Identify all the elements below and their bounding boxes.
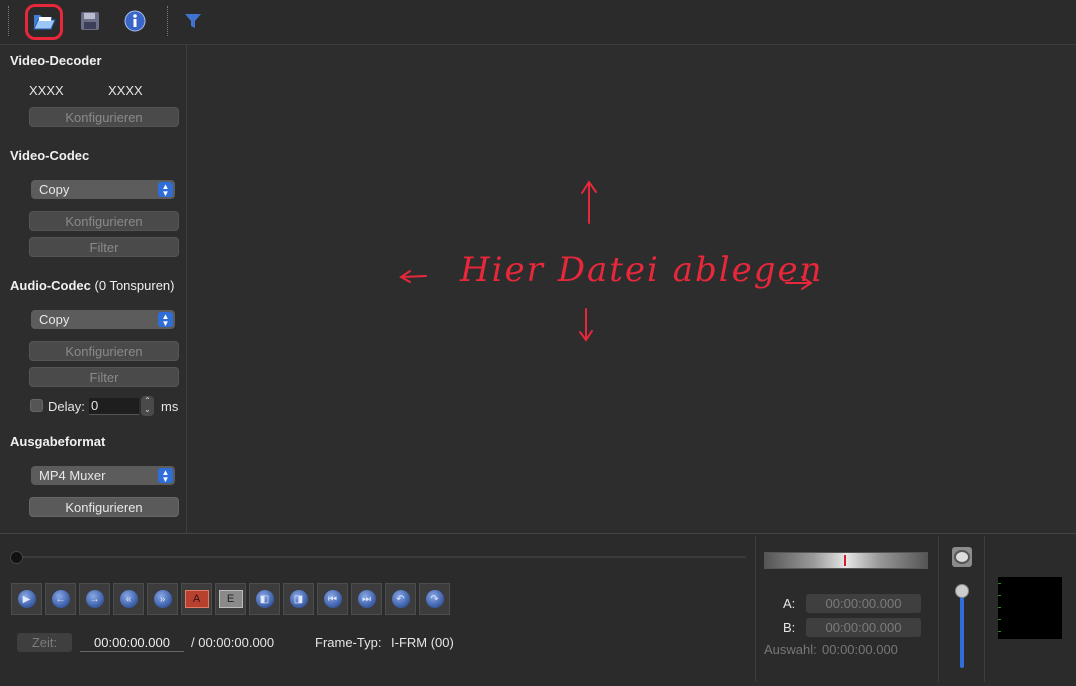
select-chevron-icon: ▲ ▼ [158, 182, 173, 197]
back-60-icon: ↶ [391, 590, 410, 608]
output-format-select-value: MP4 Muxer [39, 468, 106, 483]
volume-slider-track[interactable] [960, 596, 964, 668]
output-format-select[interactable]: MP4 Muxer ▲ ▼ [31, 466, 175, 485]
set-marker-b-button[interactable]: E [215, 583, 246, 615]
audio-track-count: (0 Tonspuren) [94, 278, 175, 293]
time-label-button[interactable]: Zeit: [17, 633, 72, 652]
play-button[interactable]: ▶ [11, 583, 42, 615]
marker-a-value: 00:00:00.000 [806, 594, 921, 613]
info-button[interactable] [121, 7, 149, 35]
video-codec-configure-button[interactable]: Konfigurieren [29, 211, 179, 231]
video-codec-select[interactable]: Copy ▲ ▼ [31, 180, 175, 199]
filter-button[interactable] [179, 7, 207, 35]
video-codec-select-value: Copy [39, 182, 70, 197]
delay-label: Delay: [48, 399, 85, 414]
marker-b-label: B: [783, 620, 796, 635]
audio-codec-filter-button[interactable]: Filter [29, 367, 179, 387]
video-decoder-configure-button[interactable]: Konfigurieren [29, 107, 179, 127]
goto-marker-a-button[interactable]: ◧ [249, 583, 280, 615]
current-time-input[interactable]: 00:00:00.000 [80, 633, 184, 652]
next-frame-button[interactable]: → [79, 583, 110, 615]
forward-60-button[interactable]: ↷ [419, 583, 450, 615]
frame-type-label: Frame-Typ: [315, 635, 382, 650]
timeline-slider-knob[interactable] [10, 551, 23, 564]
audio-codec-select-value: Copy [39, 312, 70, 327]
select-chevron-icon: ▲ ▼ [158, 468, 173, 483]
save-button[interactable] [76, 7, 104, 35]
folder-open-icon [33, 15, 56, 30]
forward-60-icon: ↷ [425, 590, 444, 608]
back-60-button[interactable]: ↶ [385, 583, 416, 615]
audio-level-meter [998, 577, 1062, 639]
goto-start-icon: ⏮ [323, 590, 342, 608]
frame-type-value: I-FRM (00) [391, 635, 454, 650]
funnel-icon [185, 14, 201, 28]
marker-a-label: A: [783, 596, 796, 611]
prev-keyframe-icon: « [119, 590, 138, 608]
panel-divider [755, 536, 756, 682]
video-drop-zone[interactable]: Hier Datei ablegen [188, 45, 1073, 532]
output-format-configure-button[interactable]: Konfigurieren [29, 497, 179, 517]
jog-shuttle[interactable] [764, 552, 928, 569]
floppy-disk-icon [81, 12, 99, 30]
set-marker-a-icon: A [184, 590, 209, 608]
goto-marker-b-icon: ◨ [289, 590, 308, 608]
panel-divider [984, 536, 985, 682]
video-decoder-title: Video-Decoder [10, 53, 102, 68]
delay-unit: ms [161, 399, 179, 414]
audio-codec-configure-button[interactable]: Konfigurieren [29, 341, 179, 361]
video-decoder-value-left: XXXX [29, 83, 64, 98]
prev-frame-button[interactable]: ← [45, 583, 76, 615]
next-keyframe-button[interactable]: » [147, 583, 178, 615]
panel-divider [938, 536, 939, 682]
timeline-track[interactable] [16, 556, 746, 558]
output-format-title: Ausgabeformat [10, 434, 106, 449]
drop-hint-text: Hier Datei ablegen [460, 250, 824, 290]
goto-end-button[interactable]: ⏭ [351, 583, 382, 615]
prev-frame-icon: ← [51, 590, 70, 608]
audio-codec-title: Audio-Codec (0 Tonspuren) [10, 278, 175, 293]
goto-start-button[interactable]: ⏮ [317, 583, 348, 615]
set-marker-a-button[interactable]: A [181, 583, 212, 615]
toolbar-grip [8, 6, 10, 36]
toolbar [0, 0, 1076, 45]
audio-button[interactable] [952, 547, 972, 567]
goto-marker-b-button[interactable]: ◨ [283, 583, 314, 615]
toolbar-separator [167, 6, 169, 36]
total-duration: / 00:00:00.000 [191, 635, 275, 650]
info-icon [124, 10, 146, 32]
selection-label: Auswahl: [764, 642, 817, 657]
audio-codec-select[interactable]: Copy ▲ ▼ [31, 310, 175, 329]
next-frame-icon: → [85, 590, 104, 608]
select-chevron-icon: ▲ ▼ [158, 312, 173, 327]
audio-codec-title-text: Audio-Codec [10, 278, 91, 293]
marker-b-value: 00:00:00.000 [806, 618, 921, 637]
prev-keyframe-button[interactable]: « [113, 583, 144, 615]
open-file-button[interactable] [30, 7, 58, 35]
delay-stepper[interactable]: ⌃ ⌄ [141, 396, 154, 416]
delay-input[interactable]: 0 [89, 398, 139, 415]
play-icon: ▶ [17, 590, 36, 608]
jog-shuttle-indicator [844, 555, 846, 566]
selection-value: 00:00:00.000 [822, 642, 898, 657]
next-keyframe-icon: » [153, 590, 172, 608]
set-marker-b-icon: E [218, 590, 243, 608]
volume-slider-knob[interactable] [955, 584, 969, 598]
goto-marker-a-icon: ◧ [255, 590, 274, 608]
speaker-icon [954, 550, 970, 564]
video-decoder-value-right: XXXX [108, 83, 143, 98]
video-codec-filter-button[interactable]: Filter [29, 237, 179, 257]
video-codec-title: Video-Codec [10, 148, 90, 163]
goto-end-icon: ⏭ [357, 590, 376, 608]
delay-checkbox[interactable] [30, 399, 43, 412]
